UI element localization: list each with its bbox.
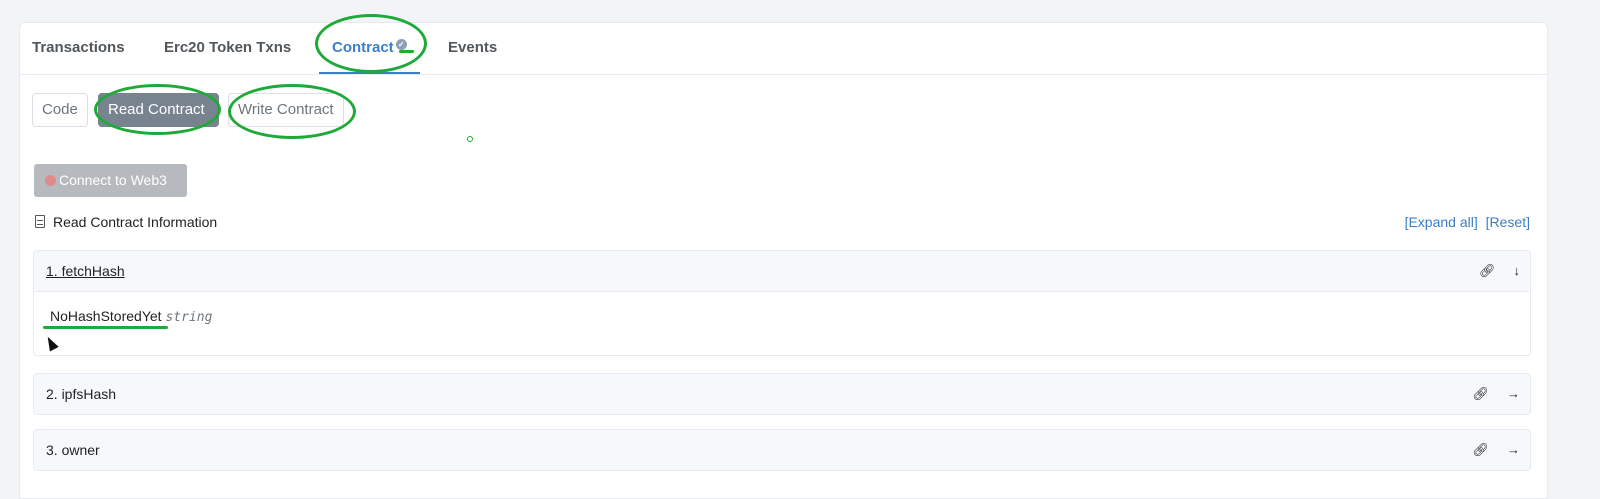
function-header-ipfshash[interactable]: 2. ipfsHash 🔗︎ → — [34, 374, 1530, 414]
link-icon[interactable]: 🔗︎ — [1472, 386, 1489, 401]
document-icon — [35, 215, 45, 228]
arrow-right-icon[interactable]: → — [1507, 386, 1520, 401]
tab-contract[interactable]: Contract ✓ — [319, 23, 420, 74]
tab-contract-label: Contract — [332, 39, 394, 56]
result-value: NoHashStoredYet — [50, 308, 162, 324]
link-icon[interactable]: 🔗︎ — [1479, 263, 1496, 278]
section-title: Read Contract Information — [35, 214, 217, 230]
status-dot-icon — [45, 175, 56, 186]
tab-erc20-token-txns[interactable]: Erc20 Token Txns — [164, 23, 291, 74]
function-header-fetchhash[interactable]: 1. fetchHash 🔗︎ ↓ — [34, 251, 1530, 291]
tab-transactions[interactable]: Transactions — [32, 23, 125, 74]
function-actions: 🔗︎ → — [1454, 430, 1520, 470]
arrow-right-icon[interactable]: → — [1507, 442, 1520, 457]
arrow-down-icon[interactable]: ↓ — [1514, 263, 1521, 278]
check-circle-icon: ✓ — [395, 39, 407, 50]
function-actions: 🔗︎ → — [1454, 374, 1520, 414]
result-type: string — [165, 310, 213, 325]
reset-link[interactable]: [Reset] — [1486, 214, 1530, 230]
function-name: 3. owner — [46, 442, 100, 458]
contract-card: Transactions Erc20 Token Txns Contract ✓ … — [19, 22, 1548, 499]
function-item: 1. fetchHash 🔗︎ ↓ NoHashStoredYet string — [33, 250, 1531, 356]
code-button[interactable]: Code — [32, 93, 88, 127]
tab-events[interactable]: Events — [448, 23, 497, 74]
connect-web3-label: Connect to Web3 — [59, 172, 167, 188]
function-result: NoHashStoredYet string — [34, 291, 1530, 355]
read-contract-button[interactable]: Read Contract — [98, 93, 219, 127]
function-actions: 🔗︎ ↓ — [1461, 251, 1520, 291]
link-icon[interactable]: 🔗︎ — [1472, 442, 1489, 457]
function-item: 3. owner 🔗︎ → — [33, 429, 1531, 471]
expand-all-link[interactable]: [Expand all] — [1405, 214, 1478, 230]
connect-web3-button[interactable]: Connect to Web3 — [34, 164, 187, 197]
accordion-controls: [Expand all] [Reset] — [1405, 214, 1530, 230]
function-header-owner[interactable]: 3. owner 🔗︎ → — [34, 430, 1530, 470]
tab-bar: Transactions Erc20 Token Txns Contract ✓ … — [20, 23, 1547, 75]
annotation-dot — [467, 136, 473, 142]
function-item: 2. ipfsHash 🔗︎ → — [33, 373, 1531, 415]
function-name: 2. ipfsHash — [46, 386, 117, 402]
write-contract-button[interactable]: Write Contract — [228, 93, 344, 127]
section-title-text: Read Contract Information — [53, 214, 218, 230]
function-name: 1. fetchHash — [46, 263, 125, 279]
